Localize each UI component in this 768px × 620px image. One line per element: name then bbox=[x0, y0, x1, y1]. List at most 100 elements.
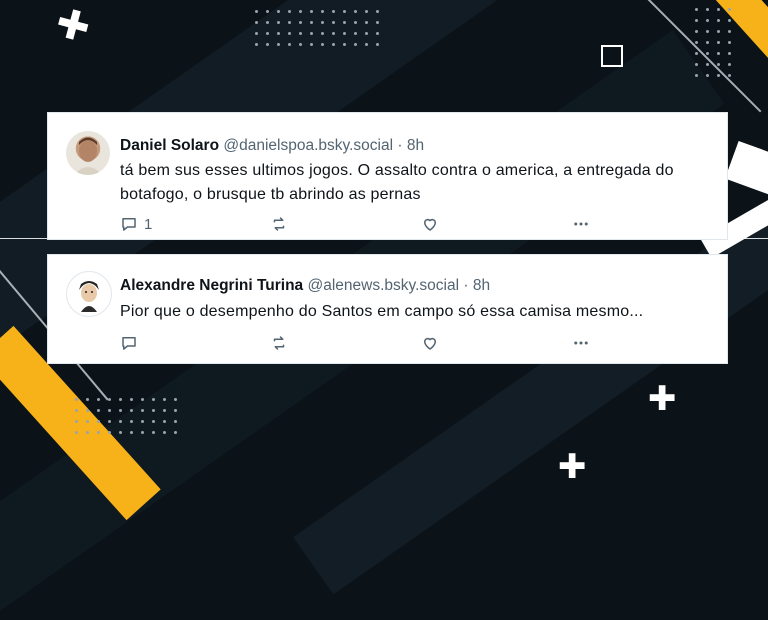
dot bbox=[695, 74, 698, 77]
dot bbox=[376, 21, 379, 24]
more-button[interactable] bbox=[572, 215, 590, 233]
post-header: Alexandre Negrini Turina @alenews.bsky.s… bbox=[120, 277, 490, 295]
dot bbox=[310, 32, 313, 35]
dot bbox=[108, 409, 111, 412]
dot bbox=[255, 21, 258, 24]
dot bbox=[75, 409, 78, 412]
avatar[interactable] bbox=[66, 131, 110, 175]
dot bbox=[343, 10, 346, 13]
more-button[interactable] bbox=[572, 334, 590, 352]
dot-grid bbox=[255, 10, 379, 46]
dot bbox=[130, 420, 133, 423]
dot bbox=[130, 409, 133, 412]
post-actions bbox=[120, 334, 727, 358]
post-time: · 8h bbox=[463, 277, 491, 294]
dot bbox=[706, 63, 709, 66]
dot bbox=[174, 409, 177, 412]
dot bbox=[75, 431, 78, 434]
like-icon bbox=[424, 218, 436, 231]
repost-icon bbox=[273, 336, 285, 350]
avatar-cartoon-icon bbox=[79, 281, 99, 312]
dot bbox=[321, 10, 324, 13]
dot bbox=[354, 10, 357, 13]
dot bbox=[75, 420, 78, 423]
dot bbox=[365, 10, 368, 13]
dot bbox=[365, 32, 368, 35]
like-icon bbox=[424, 337, 436, 350]
post-time: · 8h bbox=[397, 137, 425, 154]
dot bbox=[728, 8, 731, 11]
plus-icon: ✚ bbox=[648, 380, 677, 418]
dot bbox=[299, 10, 302, 13]
dot bbox=[717, 52, 720, 55]
dot bbox=[75, 398, 78, 401]
dot bbox=[141, 398, 144, 401]
dot-grid bbox=[695, 8, 731, 77]
dot bbox=[141, 420, 144, 423]
author-name[interactable]: Alexandre Negrini Turina bbox=[120, 277, 303, 294]
dot bbox=[255, 43, 258, 46]
dot bbox=[119, 431, 122, 434]
post-card[interactable]: Alexandre Negrini Turina @alenews.bsky.s… bbox=[47, 254, 728, 364]
dot bbox=[695, 41, 698, 44]
dot bbox=[86, 409, 89, 412]
dot bbox=[152, 398, 155, 401]
author-handle[interactable]: @alenews.bsky.social bbox=[307, 277, 459, 294]
dot bbox=[310, 10, 313, 13]
white-shape bbox=[724, 140, 768, 200]
dot bbox=[332, 32, 335, 35]
dot bbox=[288, 32, 291, 35]
dot bbox=[695, 52, 698, 55]
dot bbox=[299, 43, 302, 46]
dot bbox=[343, 21, 346, 24]
dot bbox=[321, 43, 324, 46]
post-actions: 1 bbox=[120, 215, 727, 239]
dot bbox=[288, 21, 291, 24]
avatar[interactable] bbox=[66, 271, 112, 317]
like-button[interactable] bbox=[421, 215, 439, 233]
dot bbox=[706, 30, 709, 33]
like-button[interactable] bbox=[421, 334, 439, 352]
square-outline-icon bbox=[601, 45, 623, 67]
reply-button[interactable]: 1 bbox=[120, 215, 152, 233]
more-icon bbox=[574, 341, 588, 345]
dot bbox=[288, 10, 291, 13]
reply-icon bbox=[122, 218, 136, 231]
dot bbox=[728, 30, 731, 33]
post-card[interactable]: Daniel Solaro @danielspoa.bsky.social · … bbox=[47, 112, 728, 240]
dot bbox=[266, 10, 269, 13]
dot bbox=[695, 19, 698, 22]
dot bbox=[163, 409, 166, 412]
dot bbox=[354, 32, 357, 35]
dot bbox=[310, 21, 313, 24]
plus-icon: ✚ bbox=[558, 448, 587, 486]
more-icon bbox=[574, 222, 588, 226]
dot bbox=[717, 30, 720, 33]
dot bbox=[354, 21, 357, 24]
author-name[interactable]: Daniel Solaro bbox=[120, 137, 219, 154]
dot bbox=[321, 21, 324, 24]
dot bbox=[174, 431, 177, 434]
post-header: Daniel Solaro @danielspoa.bsky.social · … bbox=[120, 137, 424, 155]
dot bbox=[277, 32, 280, 35]
dot bbox=[332, 43, 335, 46]
dot bbox=[332, 10, 335, 13]
repost-button[interactable] bbox=[270, 334, 288, 352]
repost-button[interactable] bbox=[270, 215, 288, 233]
dot bbox=[108, 431, 111, 434]
author-handle[interactable]: @danielspoa.bsky.social bbox=[223, 137, 393, 154]
dot bbox=[343, 43, 346, 46]
dot bbox=[86, 420, 89, 423]
dot bbox=[163, 431, 166, 434]
dot bbox=[255, 10, 258, 13]
post-text: tá bem sus esses ultimos jogos. O assalt… bbox=[120, 162, 674, 203]
dot bbox=[277, 10, 280, 13]
dot bbox=[97, 420, 100, 423]
dot bbox=[321, 32, 324, 35]
plus-icon: ✚ bbox=[50, 0, 95, 52]
dot bbox=[354, 43, 357, 46]
dot bbox=[141, 431, 144, 434]
reply-button[interactable] bbox=[120, 334, 144, 352]
dot bbox=[695, 8, 698, 11]
dot bbox=[108, 420, 111, 423]
